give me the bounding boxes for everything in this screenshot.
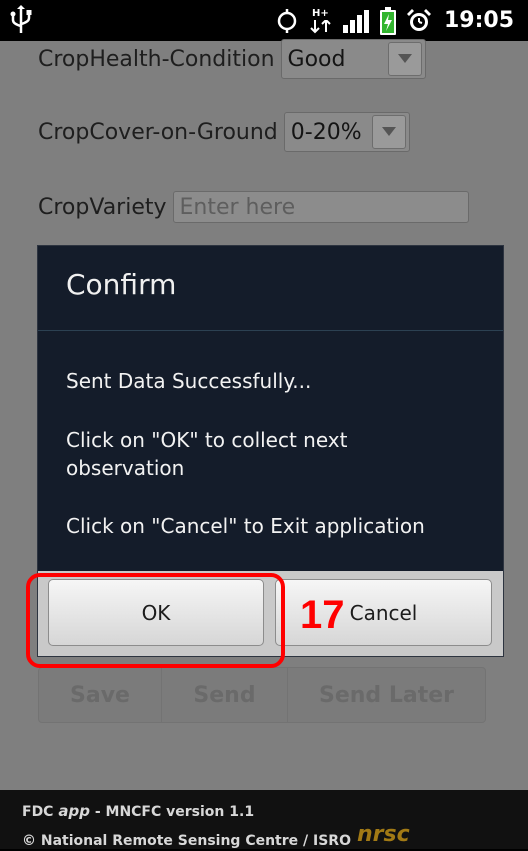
- alarm-icon: [406, 8, 431, 31]
- save-button[interactable]: Save: [39, 668, 162, 722]
- send-later-button[interactable]: Send Later: [288, 668, 485, 722]
- dialog-message-cancel: Click on "Cancel" to Exit application: [66, 514, 425, 538]
- crop-health-value: Good: [287, 46, 346, 72]
- crop-health-spinner[interactable]: Good: [280, 39, 426, 79]
- sync-icon: [277, 8, 297, 33]
- ok-highlight-box: [26, 573, 285, 668]
- app-version: FDC app - MNCFC version 1.1: [22, 802, 254, 820]
- action-button-bar: Save Send Send Later: [38, 667, 486, 723]
- crop-variety-row: CropVariety: [38, 191, 469, 223]
- dialog-message-sent: Sent Data Successfully...: [66, 369, 312, 393]
- chevron-down-icon[interactable]: [387, 42, 422, 76]
- app-suffix: - MNCFC version 1.1: [89, 804, 255, 820]
- crop-cover-value: 0-20%: [290, 119, 362, 145]
- clock: 19:05: [443, 8, 514, 33]
- status-bar: H+ 19:05: [0, 0, 528, 41]
- app-prefix: FDC: [22, 804, 59, 820]
- usb-icon: [10, 5, 32, 33]
- data-activity-icon: H+: [310, 8, 332, 34]
- battery-charging-icon: [379, 6, 396, 35]
- crop-health-label: CropHealth-Condition: [38, 46, 275, 72]
- step-number: 17: [300, 593, 345, 637]
- crop-cover-label: CropCover-on-Ground: [38, 119, 278, 145]
- dialog-message-ok: Click on "OK" to collect next observatio…: [66, 428, 348, 480]
- crop-cover-row: CropCover-on-Ground 0-20%: [38, 112, 410, 152]
- copyright-text: © National Remote Sensing Centre / ISRO: [22, 833, 351, 849]
- dialog-title: Confirm: [66, 268, 177, 301]
- crop-health-row: CropHealth-Condition Good: [38, 39, 426, 79]
- dialog-divider: [38, 330, 503, 331]
- send-button[interactable]: Send: [162, 668, 288, 722]
- crop-variety-input[interactable]: [172, 191, 469, 223]
- app-word: app: [58, 802, 90, 820]
- signal-icon: [342, 9, 369, 33]
- crop-cover-spinner[interactable]: 0-20%: [283, 112, 410, 152]
- network-type-label: H+: [311, 7, 329, 19]
- nrsc-logo: nrsc: [356, 822, 410, 847]
- crop-variety-label: CropVariety: [38, 194, 167, 220]
- app-footer: FDC app - MNCFC version 1.1 © National R…: [0, 790, 528, 849]
- chevron-down-icon[interactable]: [371, 115, 406, 149]
- copyright: © National Remote Sensing Centre / ISRO n…: [22, 822, 410, 851]
